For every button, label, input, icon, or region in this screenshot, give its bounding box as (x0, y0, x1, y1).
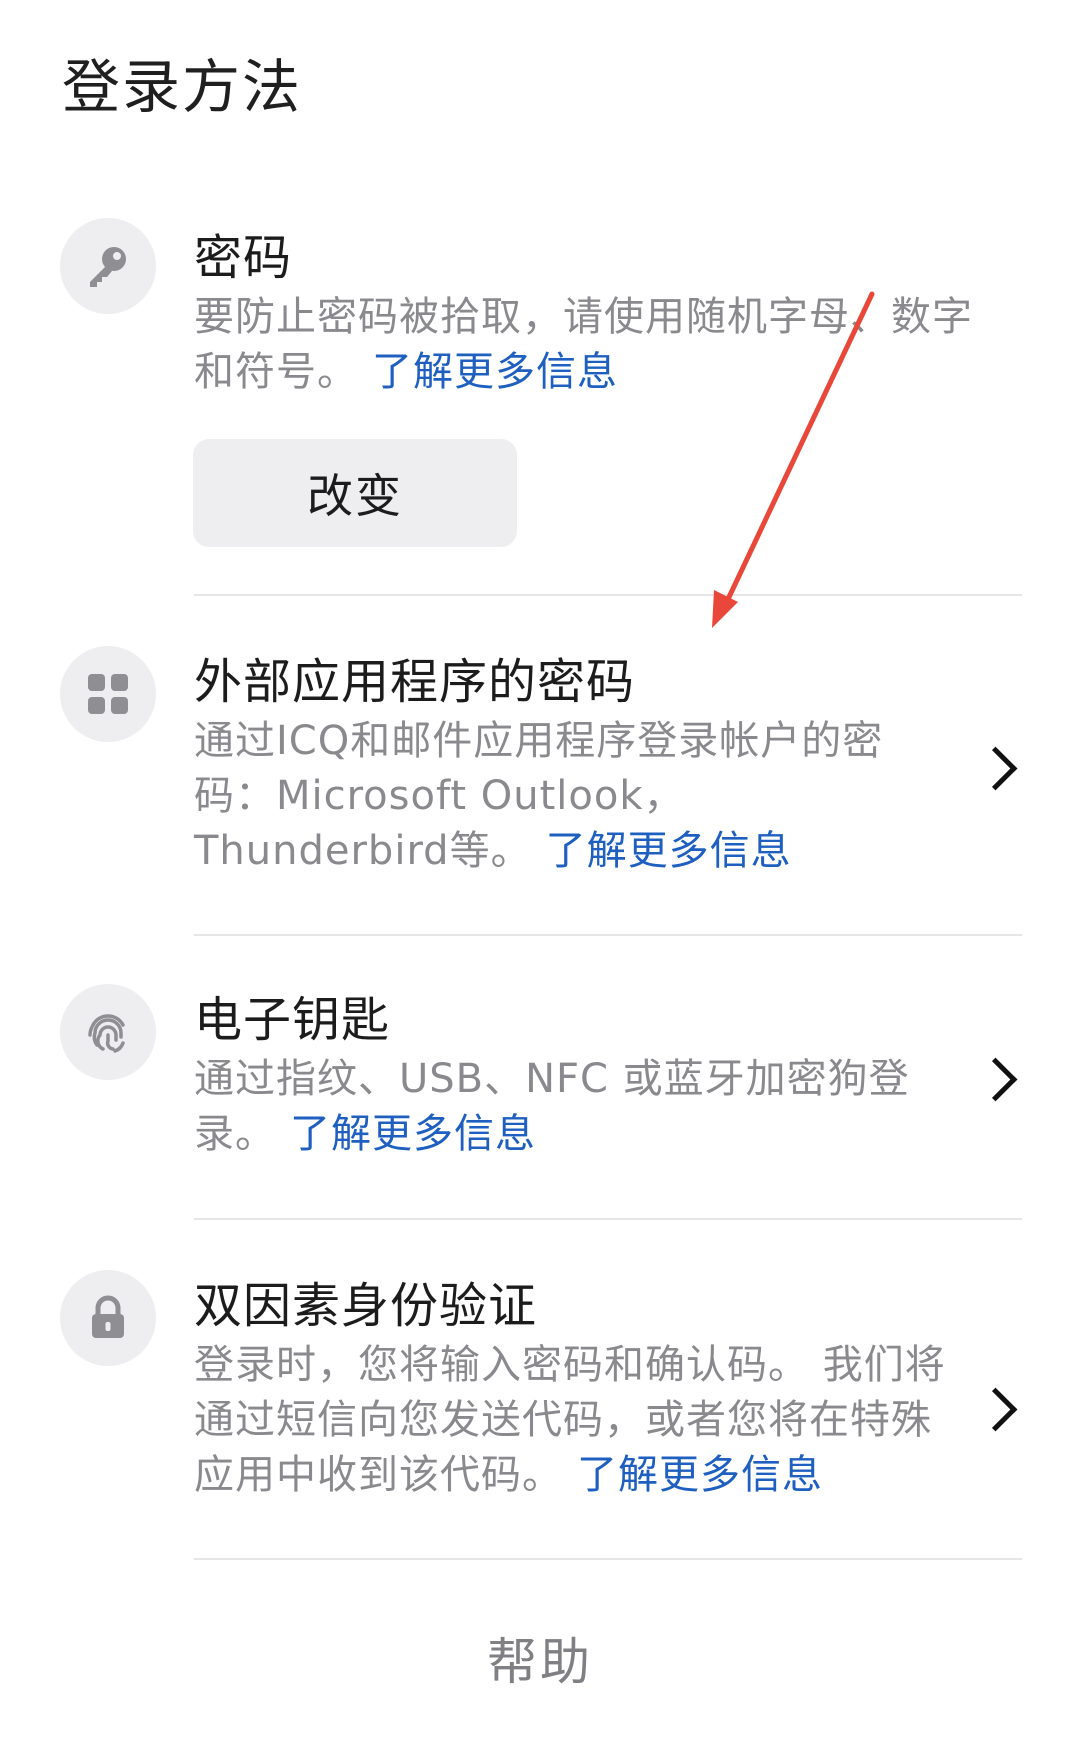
electronic-keys-learn-more-link[interactable]: 了解更多信息 (290, 1111, 536, 1157)
chevron-right-icon (973, 746, 1018, 791)
two-factor-row[interactable]: 双因素身份验证 登录时，您将输入密码和确认码。 我们将通过短信向您发送代码，或者… (0, 1264, 1080, 1564)
help-link[interactable]: 帮助 (0, 1622, 1080, 1694)
divider (194, 1218, 1022, 1220)
electronic-keys-row[interactable]: 电子钥匙 通过指纹、USB、NFC 或蓝牙加密狗登录。 了解更多信息 (0, 980, 1080, 1200)
change-password-button[interactable]: 改变 (193, 439, 517, 547)
chevron-right-icon (973, 1057, 1018, 1102)
password-title: 密码 (194, 230, 293, 286)
chevron-right-icon (973, 1387, 1018, 1432)
electronic-keys-description: 通过指纹、USB、NFC 或蓝牙加密狗登录。 了解更多信息 (194, 1056, 910, 1157)
external-app-learn-more-link[interactable]: 了解更多信息 (546, 828, 792, 874)
electronic-keys-title: 电子钥匙 (194, 992, 391, 1048)
external-app-passwords-title: 外部应用程序的密码 (194, 654, 636, 710)
two-factor-learn-more-link[interactable]: 了解更多信息 (577, 1452, 823, 1498)
key-icon (60, 218, 156, 314)
divider (194, 934, 1022, 936)
lock-icon (60, 1270, 156, 1366)
password-description: 要防止密码被拾取，请使用随机字母、数字和符号。 了解更多信息 (194, 294, 973, 395)
divider (194, 594, 1022, 596)
divider (194, 1558, 1022, 1560)
apps-grid-icon (60, 646, 156, 742)
two-factor-title: 双因素身份验证 (194, 1278, 538, 1334)
password-learn-more-link[interactable]: 了解更多信息 (372, 349, 618, 395)
page-title: 登录方法 (62, 53, 303, 121)
two-factor-description: 登录时，您将输入密码和确认码。 我们将通过短信向您发送代码，或者您将在特殊应用中… (194, 1342, 946, 1498)
fingerprint-icon (60, 984, 156, 1080)
external-app-passwords-description: 通过ICQ和邮件应用程序登录帐户的密码：Microsoft Outlook，Th… (194, 718, 884, 874)
external-app-passwords-row[interactable]: 外部应用程序的密码 通过ICQ和邮件应用程序登录帐户的密码：Microsoft … (0, 640, 1080, 930)
